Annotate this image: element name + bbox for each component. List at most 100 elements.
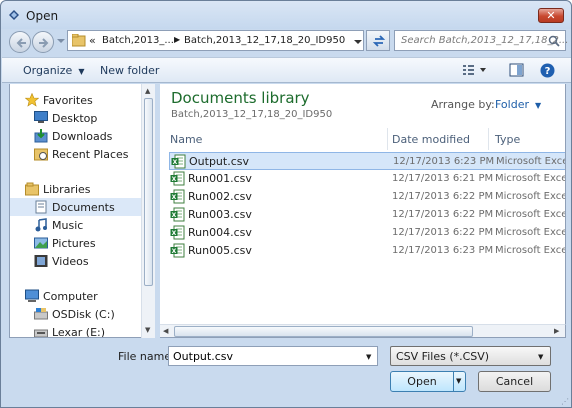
address-overflow-chevron[interactable]: « bbox=[89, 34, 96, 47]
nav-item-recent-places[interactable]: Recent Places bbox=[10, 145, 141, 163]
resize-grip-icon[interactable]: ⋰ bbox=[561, 397, 569, 406]
nav-favorites[interactable]: Favorites bbox=[10, 91, 141, 109]
recent-pages-dropdown-icon[interactable] bbox=[57, 37, 65, 45]
nav-item-videos[interactable]: Videos bbox=[10, 252, 141, 270]
file-row[interactable]: X Run001.csv 12/17/2013 6:21 PM Microsoft E… bbox=[169, 170, 565, 188]
nav-item-documents[interactable]: Documents bbox=[10, 198, 141, 216]
search-placeholder: Search Batch,2013_12_17,18_2... bbox=[401, 35, 569, 46]
downloads-icon bbox=[34, 129, 48, 143]
svg-text:X: X bbox=[172, 230, 177, 237]
nav-item-desktop[interactable]: Desktop bbox=[10, 109, 141, 127]
open-button[interactable]: Open ▼ bbox=[390, 371, 466, 392]
file-row[interactable]: X Run002.csv 12/17/2013 6:22 PM Microsoft E… bbox=[169, 188, 566, 206]
nav-item-pictures[interactable]: Pictures bbox=[10, 234, 141, 252]
search-box[interactable]: Search Batch,2013_12_17,18_2... bbox=[394, 30, 569, 51]
search-icon[interactable] bbox=[548, 35, 560, 47]
nav-libraries[interactable]: Libraries bbox=[10, 180, 141, 198]
file-type: Microsoft Excel bbox=[495, 227, 566, 238]
file-name: Run004.csv bbox=[188, 226, 252, 239]
nav-item-label: Lexar (E:) bbox=[52, 326, 106, 338]
star-icon bbox=[25, 93, 39, 107]
nav-item-label: Desktop bbox=[52, 112, 98, 125]
hscroll-thumb[interactable] bbox=[174, 326, 473, 337]
nav-item-downloads[interactable]: Downloads bbox=[10, 127, 141, 145]
close-button[interactable]: ✕ bbox=[538, 8, 564, 23]
file-type-select[interactable]: CSV Files (*.CSV) ▼ bbox=[390, 346, 551, 366]
file-name-input[interactable] bbox=[171, 349, 357, 363]
svg-text:X: X bbox=[172, 212, 177, 219]
hard-drive-icon bbox=[34, 308, 48, 320]
file-name: Output.csv bbox=[189, 155, 249, 168]
file-date-modified: 12/17/2013 6:21 PM bbox=[392, 173, 494, 184]
back-button[interactable] bbox=[9, 31, 31, 53]
help-icon[interactable]: ? bbox=[540, 63, 555, 78]
column-header-date-modified[interactable]: Date modified bbox=[382, 128, 489, 150]
arrange-by-value: Folder bbox=[495, 98, 529, 111]
breadcrumb-segment-current[interactable]: Batch,2013_12_17,18_20_ID950 bbox=[184, 35, 345, 46]
file-list-hscrollbar[interactable]: ◀ ▶ bbox=[160, 324, 566, 338]
breadcrumb-segment-parent[interactable]: Batch,2013_... bbox=[102, 35, 174, 46]
window-title: Open bbox=[26, 9, 59, 23]
file-date-modified: 12/17/2013 6:23 PM bbox=[392, 245, 494, 256]
excel-csv-icon: X bbox=[171, 154, 186, 169]
forward-arrow-icon bbox=[39, 38, 49, 48]
desktop-icon bbox=[34, 111, 48, 123]
nav-item-music[interactable]: Music bbox=[10, 216, 141, 234]
nav-pane-scrollbar[interactable]: ▲ ▼ bbox=[141, 84, 155, 338]
column-header-type[interactable]: Type bbox=[485, 128, 565, 150]
column-header-name[interactable]: Name bbox=[160, 128, 388, 150]
library-subtitle: Batch,2013_12_17,18_20_ID950 bbox=[171, 109, 333, 120]
library-title: Documents library bbox=[171, 89, 310, 107]
command-bar: Organize ▼ New folder ? bbox=[2, 57, 571, 83]
back-arrow-icon bbox=[16, 38, 26, 48]
nav-item-lexar[interactable]: Lexar (E:) bbox=[10, 323, 141, 338]
file-date-modified: 12/17/2013 6:22 PM bbox=[392, 191, 494, 202]
breadcrumb-separator-icon[interactable]: ▶ bbox=[174, 35, 180, 44]
svg-text:X: X bbox=[173, 159, 178, 166]
scroll-left-icon[interactable]: ◀ bbox=[163, 327, 168, 335]
new-folder-button[interactable]: New folder bbox=[100, 64, 159, 77]
nav-computer-label: Computer bbox=[43, 290, 98, 303]
pictures-icon bbox=[34, 237, 48, 249]
arrange-by-label: Arrange by: bbox=[431, 98, 495, 111]
title-bar[interactable]: Open ✕ bbox=[1, 1, 571, 29]
file-list-pane[interactable]: Documents library Batch,2013_12_17,18_20… bbox=[160, 84, 566, 324]
scroll-down-icon[interactable]: ▼ bbox=[145, 326, 150, 334]
column-date-label: Date modified bbox=[392, 133, 470, 146]
computer-icon bbox=[25, 289, 39, 302]
nav-favorites-label: Favorites bbox=[43, 94, 93, 107]
app-diamond-icon bbox=[9, 10, 19, 20]
file-type: Microsoft Excel bbox=[495, 191, 566, 202]
refresh-button[interactable] bbox=[366, 30, 390, 51]
file-name: Run001.csv bbox=[188, 172, 252, 185]
file-row[interactable]: X Run004.csv 12/17/2013 6:22 PM Microsoft E… bbox=[169, 224, 566, 242]
open-button-label: Open bbox=[407, 375, 437, 388]
scroll-right-icon[interactable]: ▶ bbox=[554, 327, 559, 335]
file-name: Run002.csv bbox=[188, 190, 252, 203]
scroll-up-icon[interactable]: ▲ bbox=[145, 87, 150, 95]
preview-pane-icon[interactable] bbox=[509, 63, 524, 77]
documents-icon bbox=[35, 200, 47, 214]
file-row[interactable]: X Output.csv 12/17/2013 6:23 PM Microsoft E… bbox=[169, 152, 565, 170]
file-row[interactable]: X Run003.csv 12/17/2013 6:22 PM Microsoft E… bbox=[169, 206, 566, 224]
organize-menu[interactable]: Organize ▼ bbox=[23, 64, 84, 77]
nav-item-osdisk[interactable]: OSDisk (C:) bbox=[10, 305, 141, 323]
open-options-dropdown[interactable]: ▼ bbox=[453, 372, 465, 391]
nav-scroll-thumb[interactable] bbox=[144, 98, 153, 286]
file-date-modified: 12/17/2013 6:23 PM bbox=[393, 156, 495, 167]
nav-computer[interactable]: Computer bbox=[10, 287, 141, 305]
address-bar[interactable]: « Batch,2013_... ▶ Batch,2013_12_17,18_2… bbox=[67, 30, 364, 51]
arrange-by-dropdown[interactable]: Folder ▼ bbox=[495, 98, 541, 111]
file-name-field[interactable]: ▼ bbox=[168, 346, 378, 366]
forward-button[interactable] bbox=[32, 31, 54, 53]
file-row[interactable]: X Run005.csv 12/17/2013 6:23 PM Microsoft E… bbox=[169, 242, 565, 260]
folder-icon bbox=[72, 34, 86, 47]
file-type: Microsoft Excel bbox=[495, 209, 566, 220]
cancel-button[interactable]: Cancel bbox=[478, 371, 551, 392]
navigation-pane[interactable]: Favorites Desktop Downloads Recent Place… bbox=[9, 84, 154, 338]
nav-item-label: Pictures bbox=[52, 237, 96, 250]
view-options-icon[interactable] bbox=[462, 63, 488, 77]
address-dropdown-icon[interactable] bbox=[354, 38, 362, 46]
chevron-down-icon: ▼ bbox=[532, 101, 542, 110]
file-name-dropdown-icon[interactable]: ▼ bbox=[366, 353, 371, 361]
